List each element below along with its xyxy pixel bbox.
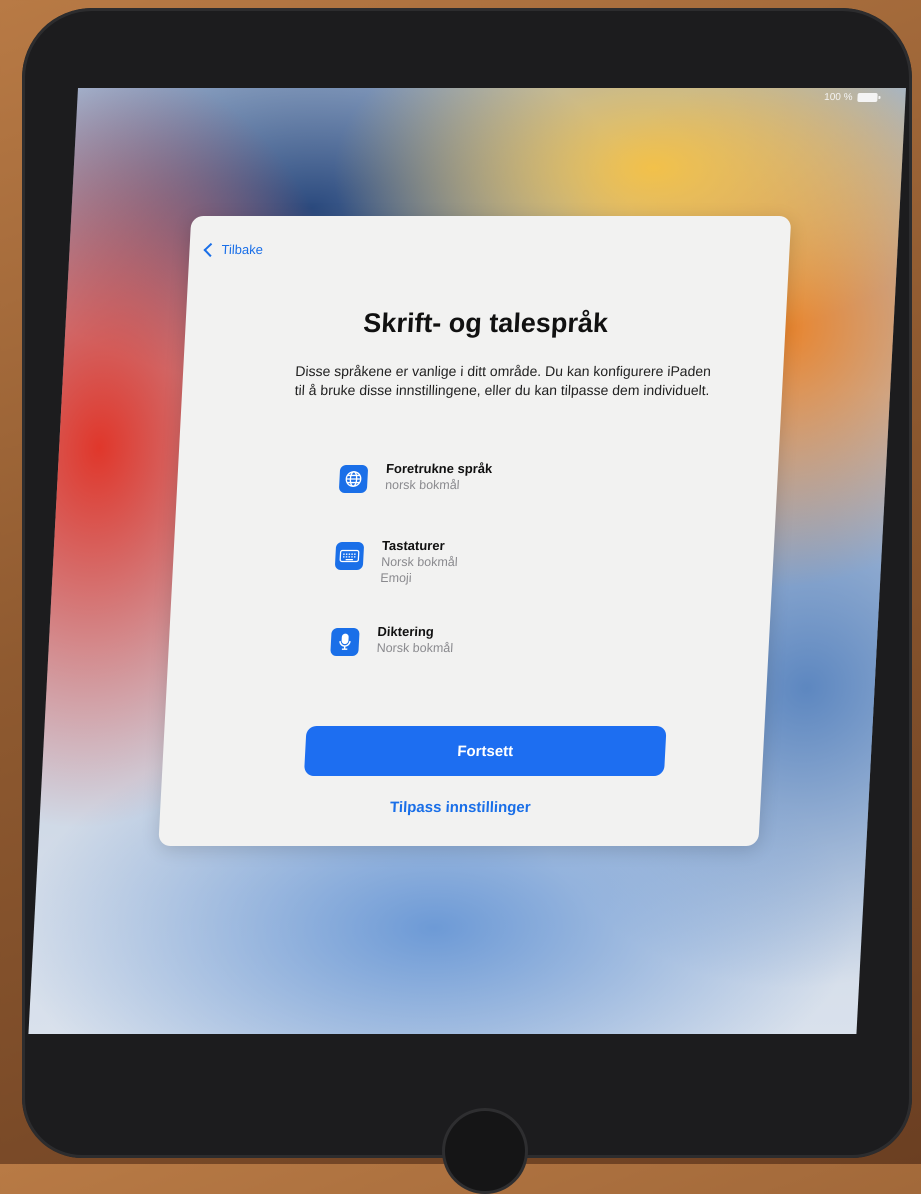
setup-sheet: Tilbake Skrift- og talespråk Disse språk… xyxy=(158,216,791,846)
microphone-icon xyxy=(330,628,359,656)
chevron-left-icon xyxy=(203,242,217,256)
globe-icon xyxy=(339,465,368,493)
option-subtitle: Norsk bokmål xyxy=(376,641,453,655)
battery-percent: 100 % xyxy=(824,92,853,103)
customize-settings-link[interactable]: Tilpass innstillinger xyxy=(160,799,761,816)
page-description: Disse språkene er vanlige i ditt område.… xyxy=(292,362,714,400)
keyboard-icon xyxy=(335,542,364,570)
option-keyboards: Tastaturer Norsk bokmål Emoji xyxy=(334,538,459,585)
option-subtitle: Norsk bokmål xyxy=(381,555,458,569)
page-title: Skrift- og talespråk xyxy=(185,308,787,339)
back-label: Tilbake xyxy=(221,242,263,257)
battery-icon xyxy=(857,93,877,102)
option-title: Tastaturer xyxy=(382,538,459,553)
ipad-screen: 100 % Tilbake Skrift- og talespråk Disse… xyxy=(28,88,906,1034)
option-dictation: Diktering Norsk bokmål xyxy=(330,624,454,656)
option-title: Diktering xyxy=(377,624,454,639)
home-button[interactable] xyxy=(442,1108,528,1194)
status-bar: 100 % xyxy=(824,92,878,103)
option-preferred-languages: Foretrukne språk norsk bokmål xyxy=(339,461,493,493)
continue-button[interactable]: Fortsett xyxy=(304,726,667,776)
option-title: Foretrukne språk xyxy=(386,461,493,476)
back-button[interactable]: Tilbake xyxy=(205,242,263,257)
option-subtitle: norsk bokmål xyxy=(385,478,492,492)
option-subtitle: Emoji xyxy=(380,571,457,585)
